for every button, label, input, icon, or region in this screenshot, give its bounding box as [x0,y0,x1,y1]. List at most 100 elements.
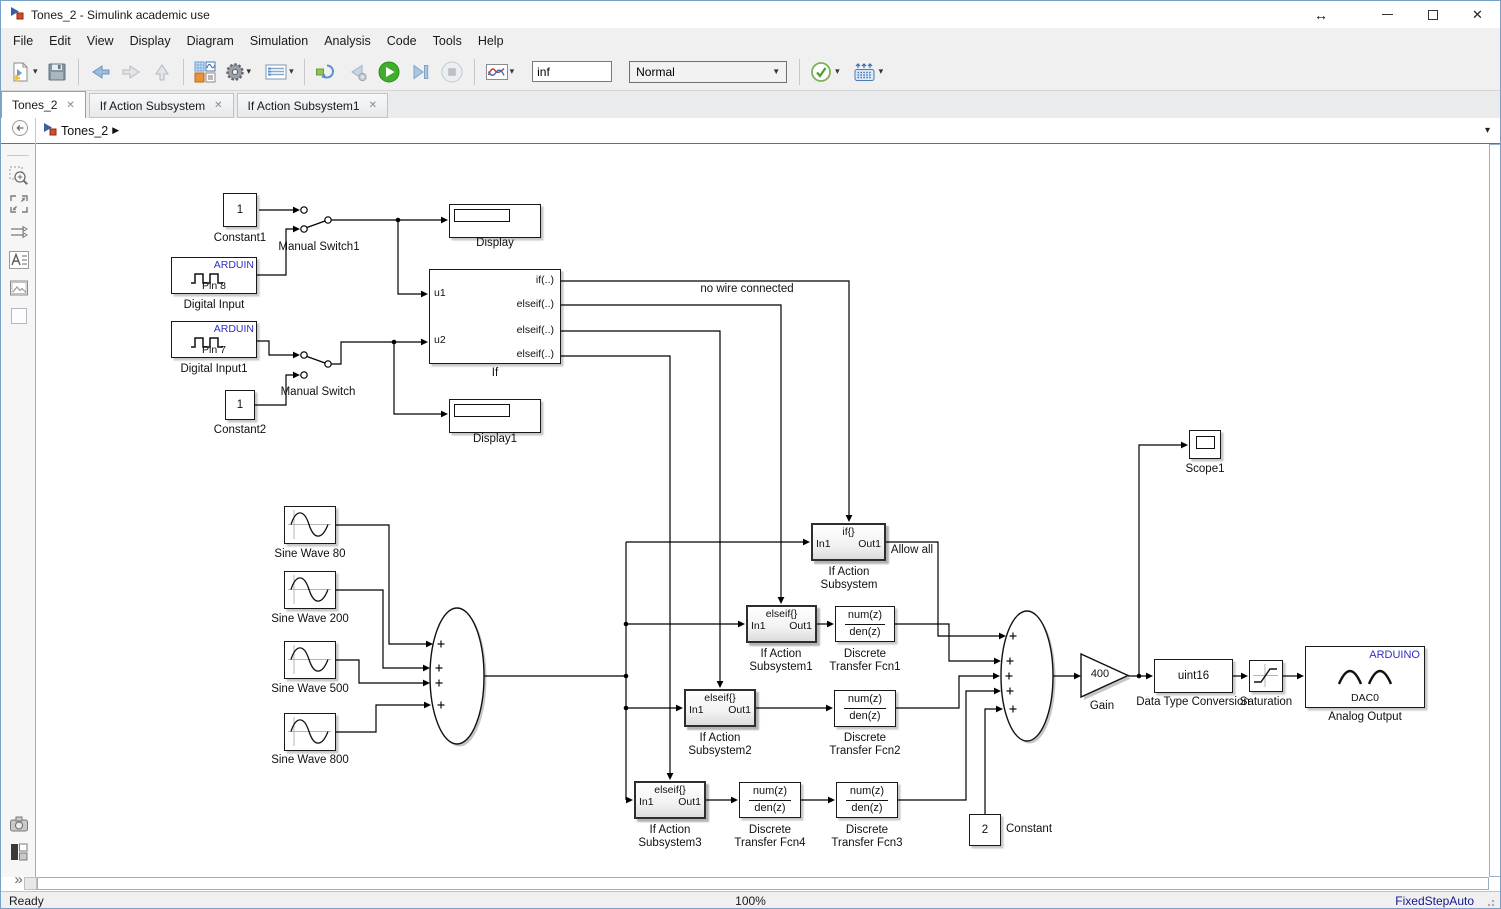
dock-arrows-icon[interactable]: ↔ [1314,1,1328,28]
sum1-block[interactable] [430,608,484,744]
caret-down-icon: ▾ [289,66,294,77]
display1-block[interactable] [449,399,541,433]
sine-wave-500-block[interactable] [284,641,336,679]
data-type-conversion-block[interactable]: uint16 [1154,659,1233,693]
fit-to-view-button[interactable] [7,192,30,215]
allow-all-annotation: Allow all [862,544,962,556]
model-explorer-button[interactable]: ▾ [261,58,297,86]
pin-label: Pin 8 [172,280,256,292]
discrete-transfer-fcn2-block[interactable]: num(z) den(z) [834,690,896,727]
menu-analysis[interactable]: Analysis [316,31,379,51]
zoom-region-button[interactable] [7,164,30,187]
sine-wave-80-block[interactable] [284,506,336,544]
display-readout [454,404,510,417]
discrete-transfer-fcn1-block[interactable]: num(z) den(z) [835,606,895,642]
run-button[interactable] [374,58,404,86]
tab-close-icon[interactable]: ✕ [369,100,377,111]
image-annotation-button[interactable] [7,276,30,299]
library-browser-button[interactable] [191,58,219,86]
stop-icon [440,60,464,84]
tab-close-icon[interactable]: ✕ [214,100,222,111]
constant2-block[interactable]: 1 [225,390,255,420]
tab-label: If Action Subsystem1 [248,99,360,113]
model-tab-bar: Tones_2 ✕ If Action Subsystem ✕ If Actio… [1,91,1500,118]
tab-if-action-subsystem[interactable]: If Action Subsystem ✕ [89,93,234,118]
menu-help[interactable]: Help [470,31,512,51]
if-action-subsystem2-block[interactable]: elseif{} In1 Out1 [684,689,756,727]
if-action-subsystem3-block[interactable]: elseif{} In1 Out1 [634,781,706,819]
refresh-model-advisor-button[interactable]: ▾ [807,58,843,86]
forward-arrow-icon [120,61,143,83]
new-model-button[interactable]: ▾ [7,58,41,86]
if-block[interactable]: u1 u2 if(..) elseif(..) elseif(..) elsei… [429,269,561,364]
back-button[interactable] [86,58,115,86]
digital-input-block[interactable]: ARDUIN Pin 8 [171,257,257,294]
display-block[interactable] [449,204,541,238]
no-wire-annotation: no wire connected [647,283,847,295]
sine-wave-800-block[interactable] [284,713,336,751]
step-back-button[interactable] [343,58,372,86]
tab-tones-2[interactable]: Tones_2 ✕ [1,91,86,118]
gear-icon [224,61,246,83]
constant-block[interactable]: 2 [969,814,1001,846]
simulation-stop-time-input[interactable] [532,61,612,82]
step-forward-icon [409,61,432,83]
if-action-subsystem1-block[interactable]: elseif{} In1 Out1 [746,605,817,643]
digital-input1-block[interactable]: ARDUIN Pin 7 [171,321,257,358]
area-annotation-button[interactable] [7,304,30,327]
annotation-button[interactable] [7,248,30,271]
model-browser-toggle[interactable] [7,840,30,863]
dtf3-label: Discrete [827,824,907,836]
scope1-block[interactable] [1189,430,1221,459]
tab-close-icon[interactable]: ✕ [66,100,74,111]
menu-tools[interactable]: Tools [425,31,470,51]
model-settings-button[interactable]: ▾ [221,58,255,86]
caret-down-icon: ▾ [33,66,38,77]
close-button[interactable]: ✕ [1455,1,1500,28]
forward-button[interactable] [117,58,146,86]
tab-if-action-subsystem1[interactable]: If Action Subsystem1 ✕ [237,93,388,118]
menu-display[interactable]: Display [122,31,179,51]
resize-grip[interactable] [1487,897,1497,907]
status-solver[interactable]: FixedStepAuto [1395,894,1474,908]
hide-contents-caret-icon[interactable]: ▾ [1485,125,1490,136]
signal-routing-button[interactable] [7,220,30,243]
diagram-canvas[interactable]: 1 Constant1 ARDUIN Pin 8 Digital Input M… [37,146,1489,877]
denominator: den(z) [835,710,895,722]
simulation-data-inspector-button[interactable]: ▾ [482,58,518,86]
menu-edit[interactable]: Edit [41,31,79,51]
discrete-transfer-fcn3-block[interactable]: num(z) den(z) [836,782,898,818]
step-forward-button[interactable] [406,58,435,86]
run-icon [377,60,401,84]
menu-view[interactable]: View [79,31,122,51]
discrete-transfer-fcn4-block[interactable]: num(z) den(z) [739,782,801,818]
menu-simulation[interactable]: Simulation [242,31,316,51]
up-to-parent-button[interactable] [148,58,176,86]
breadcrumb-model-name[interactable]: Tones_2 [61,124,108,138]
browse-back-button[interactable] [11,119,29,142]
saturation-block[interactable] [1249,660,1283,692]
sine-pair-icon [1336,664,1394,688]
update-diagram-button[interactable] [312,58,341,86]
numerator: num(z) [835,693,895,705]
screenshot-button[interactable] [7,812,30,835]
sine-wave-200-block[interactable] [284,571,336,609]
menu-code[interactable]: Code [379,31,425,51]
simulation-mode-select[interactable]: Normal ▼ [629,61,787,83]
stop-button[interactable] [437,58,467,86]
if-port-u2: u2 [434,334,446,346]
digital-input-label: Digital Input [164,299,264,311]
arduino-brand: ARDUINO [1369,649,1420,661]
minimize-button[interactable] [1365,1,1410,28]
vertical-scrollbar[interactable] [1489,144,1501,877]
constant1-block[interactable]: 1 [223,193,257,227]
sine-wave-800-label: Sine Wave 800 [234,754,386,766]
deploy-to-hardware-button[interactable]: ▾ [849,58,887,86]
maximize-button[interactable] [1410,1,1455,28]
menu-diagram[interactable]: Diagram [179,31,242,51]
if-action-subsystem2-label: If Action [680,732,760,744]
save-button[interactable] [43,58,71,86]
analog-output-block[interactable]: ARDUINO DAC0 [1305,646,1425,708]
menu-file[interactable]: File [5,31,41,51]
horizontal-scrollbar[interactable] [37,877,1489,890]
